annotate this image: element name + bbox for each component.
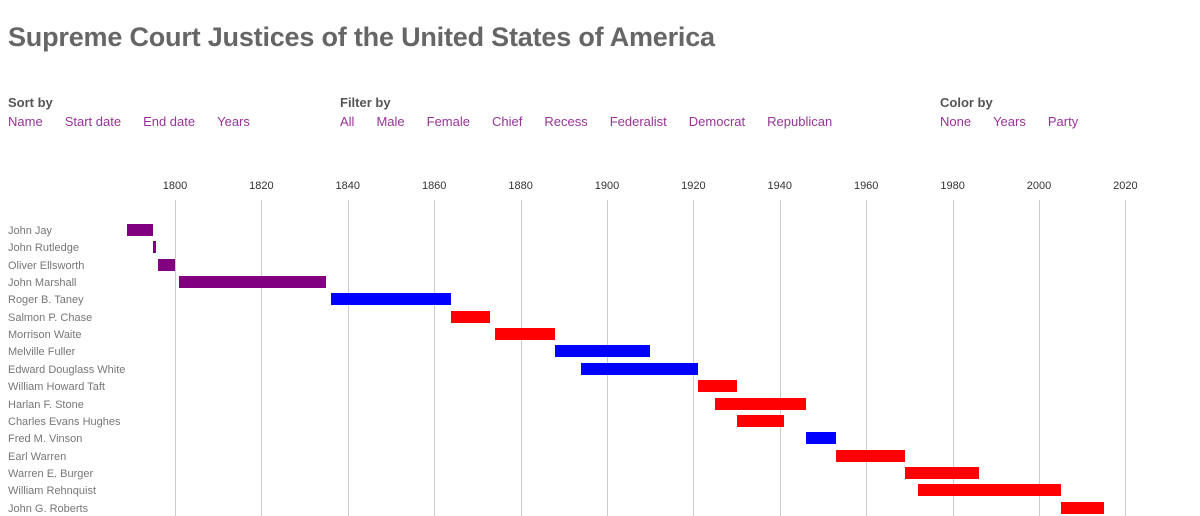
chart-plot-area: 1800 1820 1840 1860 1880 1900 1920 1940 1960 1980… xyxy=(127,180,1188,516)
sort-by-links: Name Start date End date Years xyxy=(8,114,250,129)
x-axis-tick-label: 1920 xyxy=(681,180,706,192)
color-by-links: None Years Party xyxy=(940,114,1078,129)
color-by-heading: Color by xyxy=(940,95,993,110)
justice-term-bar[interactable] xyxy=(1060,501,1104,514)
gridline xyxy=(1039,200,1040,516)
x-axis-tick-label: 1980 xyxy=(940,180,965,192)
justice-term-bar[interactable] xyxy=(905,466,979,479)
color-link-years[interactable]: Years xyxy=(993,114,1026,129)
sort-link-years[interactable]: Years xyxy=(217,114,250,129)
justice-term-bar[interactable] xyxy=(715,397,806,410)
justice-term-bar[interactable] xyxy=(555,345,651,358)
justice-row-label: Charles Evans Hughes xyxy=(8,415,121,428)
filter-link-recess[interactable]: Recess xyxy=(544,114,587,129)
justice-row-label: Fred M. Vinson xyxy=(8,433,83,446)
x-axis-tick-label: 2000 xyxy=(1026,180,1052,192)
justice-term-bar[interactable] xyxy=(153,241,156,254)
x-axis-tick-label: 1800 xyxy=(162,180,188,192)
color-link-party[interactable]: Party xyxy=(1048,114,1078,129)
gridline xyxy=(607,200,608,516)
justice-row-label: Edward Douglass White xyxy=(8,363,126,376)
gridline xyxy=(261,200,263,516)
gridline xyxy=(434,200,436,516)
color-link-none[interactable]: None xyxy=(940,114,971,129)
justice-term-bar[interactable] xyxy=(736,414,785,427)
justice-row-label: Salmon P. Chase xyxy=(8,311,93,324)
justice-row-label: John Rutledge xyxy=(8,242,79,255)
gridline xyxy=(520,200,522,516)
filter-link-federalist[interactable]: Federalist xyxy=(610,114,667,129)
justice-row-label: Roger B. Taney xyxy=(8,294,84,307)
sort-link-end-date[interactable]: End date xyxy=(143,114,195,129)
justice-row-label: Melville Fuller xyxy=(8,346,76,359)
filter-by-heading: Filter by xyxy=(340,95,391,110)
x-axis-tick-label: 1880 xyxy=(508,180,533,192)
justice-term-bar[interactable] xyxy=(127,224,154,236)
color-by-group: Color by None Years Party xyxy=(940,95,1078,129)
gantt-chart: 1800 1820 1840 1860 1880 1900 1920 1940 1960 1980… xyxy=(0,180,1200,516)
sort-link-name[interactable]: Name xyxy=(8,114,43,129)
justice-row-label: William Howard Taft xyxy=(8,381,105,394)
filter-link-republican[interactable]: Republican xyxy=(767,114,832,129)
sort-link-start-date[interactable]: Start date xyxy=(65,114,121,129)
justice-row-label: Morrison Waite xyxy=(8,329,82,342)
justice-row-label: Earl Warren xyxy=(8,450,67,463)
filter-link-chief[interactable]: Chief xyxy=(492,114,522,129)
filter-link-democrat[interactable]: Democrat xyxy=(689,114,745,129)
gridline xyxy=(1125,200,1127,516)
filter-link-female[interactable]: Female xyxy=(427,114,470,129)
gridline xyxy=(693,200,695,516)
justice-row-label: William Rehnquist xyxy=(8,485,97,498)
justice-term-bar[interactable] xyxy=(494,328,556,341)
x-axis-tick-label: 1900 xyxy=(594,180,620,192)
filter-link-all[interactable]: All xyxy=(340,114,354,129)
filter-by-group: Filter by All Male Female Chief Recess Federa… xyxy=(340,95,832,129)
justice-term-bar[interactable] xyxy=(835,449,906,462)
justice-term-bar[interactable] xyxy=(918,484,1061,497)
justice-row-label: John Jay xyxy=(8,225,53,237)
x-axis-tick-label: 1960 xyxy=(853,180,879,192)
justice-row-label: Harlan F. Stone xyxy=(8,398,84,411)
justice-term-bar[interactable] xyxy=(179,276,327,289)
justice-row-label: John Marshall xyxy=(8,277,77,290)
page-title: Supreme Court Justices of the United Sta… xyxy=(8,22,715,53)
justice-term-bar[interactable] xyxy=(157,258,175,271)
x-axis-tick-label: 2020 xyxy=(1113,180,1138,192)
justice-row-label: John G. Roberts xyxy=(8,502,89,515)
justice-row-label: Oliver Ellsworth xyxy=(8,259,85,272)
sort-by-heading: Sort by xyxy=(8,95,53,110)
filter-by-links: All Male Female Chief Recess Federalist Democr… xyxy=(340,114,832,129)
gridline xyxy=(175,200,176,516)
gridline xyxy=(866,200,868,516)
gridline xyxy=(779,200,781,516)
justice-term-bar[interactable] xyxy=(805,432,836,445)
filter-link-male[interactable]: Male xyxy=(376,114,404,129)
justice-term-bar[interactable] xyxy=(330,293,452,306)
gridline xyxy=(347,200,349,516)
app-root: Supreme Court Justices of the United Sta… xyxy=(0,0,1200,516)
x-axis-tick-label: 1840 xyxy=(335,180,361,192)
justice-term-bar[interactable] xyxy=(451,310,491,323)
justice-row-label: Warren E. Burger xyxy=(8,467,94,480)
sort-by-group: Sort by Name Start date End date Years xyxy=(8,95,250,129)
justice-term-bar[interactable] xyxy=(697,380,737,393)
x-axis-tick-label: 1940 xyxy=(767,180,793,192)
x-axis-tick-label: 1820 xyxy=(249,180,274,192)
x-axis-tick-label: 1860 xyxy=(421,180,447,192)
justice-term-bar[interactable] xyxy=(581,362,698,375)
